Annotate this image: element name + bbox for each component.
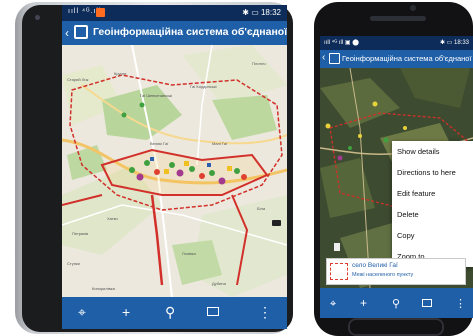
more-icon[interactable]: ⋮: [258, 305, 272, 319]
map-label: Плотич: [252, 61, 266, 66]
feature-callout[interactable]: село Великі Гаї Межі населеного пункту: [326, 258, 466, 285]
tablet-clock: ✱ ▭ 18:32: [242, 8, 281, 17]
phone-satellite-map[interactable]: Show details Directions to here Edit fea…: [320, 68, 473, 288]
app-logo-icon: [74, 25, 88, 39]
back-icon[interactable]: ‹: [322, 52, 325, 63]
tablet-app-bar: ‹ Геоінформаційна система об'єднаної те.…: [62, 21, 287, 45]
phone-status-bar: ııll ⁴ᴳ ıll ▣ ⬤ ✱ ▭ 18:33: [320, 36, 473, 50]
phone-camera: [410, 5, 416, 11]
map-label: Лозівка: [182, 251, 196, 256]
menu-item-directions[interactable]: Directions to here: [392, 162, 473, 183]
boundary-swatch-icon: [330, 263, 348, 280]
menu-item-delete[interactable]: Delete: [392, 204, 473, 225]
tablet-camera: [35, 15, 40, 20]
phone-speaker: [370, 16, 426, 21]
phone-app-bar: ‹ Геоінформаційна система об'єднаної те.…: [320, 50, 473, 68]
map-label: Великі Гаї: [150, 141, 169, 146]
menu-item-show-details[interactable]: Show details: [392, 141, 473, 162]
map-label: Ступки: [67, 261, 80, 266]
layers-icon[interactable]: [207, 307, 219, 316]
back-icon[interactable]: ‹: [65, 26, 69, 40]
add-icon[interactable]: +: [122, 305, 130, 319]
phone-signal-text: ııll ⁴ᴳ ıll ▣ ⬤: [324, 40, 359, 46]
map-label: Біла: [257, 206, 266, 211]
map-label: Гаї Кордонські: [190, 84, 217, 89]
callout-title: село Великі Гаї: [352, 262, 398, 269]
locate-icon[interactable]: ⌖: [78, 305, 86, 319]
locate-icon[interactable]: ⌖: [330, 297, 336, 311]
callout-subtitle: Межі населеного пункту: [352, 272, 414, 278]
search-icon[interactable]: ⚲: [165, 305, 175, 319]
map-label: Старий Лик: [67, 77, 89, 82]
phone-app-title: Геоінформаційна система об'єднаної те..: [342, 54, 473, 63]
map-label: Кругле: [114, 71, 127, 76]
phone-screen: ııll ⁴ᴳ ıll ▣ ⬤ ✱ ▭ 18:33 ‹ Геоінформаці…: [320, 36, 473, 318]
map-label: Петриків: [72, 231, 88, 236]
tablet-map-view[interactable]: Старий Лик Кругле Гаї Кордонські Гаї Шев…: [62, 45, 287, 297]
menu-item-copy[interactable]: Copy: [392, 225, 473, 246]
tablet-app-title: Геоінформаційна система об'єднаної те..: [93, 26, 287, 38]
search-icon[interactable]: ⚲: [392, 297, 400, 311]
map-label: Малі Гаї: [212, 141, 228, 146]
menu-item-edit-feature[interactable]: Edit feature: [392, 183, 473, 204]
tablet-screen: ııll ⁴ᴳ.ıll ✱ ▭ 18:32 ‹ Геоінформаційна …: [62, 5, 287, 329]
notification-icon: [96, 8, 105, 17]
context-menu: Show details Directions to here Edit fea…: [392, 141, 473, 267]
map-label: Хатки: [107, 216, 118, 221]
map-label: Кипорилівка: [92, 286, 116, 291]
map-label: Дубина: [212, 281, 227, 286]
tablet-status-bar: ııll ⁴ᴳ.ıll ✱ ▭ 18:32: [62, 5, 287, 21]
phone-clock: ✱ ▭ 18:33: [439, 40, 469, 46]
map-label: Гаї Шевченківські: [140, 93, 172, 98]
tablet-map-graphic: Старий Лик Кругле Гаї Кордонські Гаї Шев…: [62, 45, 287, 297]
layers-icon[interactable]: [422, 299, 432, 307]
app-logo-icon: [329, 53, 340, 64]
add-icon[interactable]: +: [360, 296, 367, 310]
phone-home-button[interactable]: [348, 318, 444, 336]
more-icon[interactable]: ⋮: [455, 297, 466, 311]
tablet-bottom-toolbar: ⌖ + ⚲ ⋮: [62, 297, 287, 329]
phone-bottom-toolbar: ⌖ + ⚲ ⋮: [320, 288, 473, 318]
